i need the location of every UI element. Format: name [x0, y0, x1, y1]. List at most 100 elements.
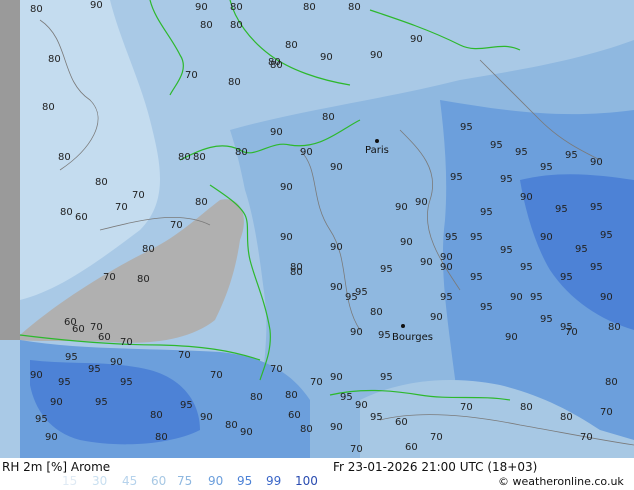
city-marker-icon	[375, 139, 379, 143]
contour-label: 80	[225, 420, 238, 431]
contour-label: 95	[340, 392, 353, 403]
contour-label: 80	[250, 392, 263, 403]
contour-label: 70	[565, 327, 578, 338]
product-label: RH 2m [%] Arome	[2, 460, 111, 474]
contour-label: 95	[590, 202, 603, 213]
contour-label: 80	[178, 152, 191, 163]
contour-label: 80	[285, 40, 298, 51]
contour-label: 90	[280, 182, 293, 193]
contour-label: 90	[30, 370, 43, 381]
contour-label: 80	[60, 207, 73, 218]
contour-label: 70	[310, 377, 323, 388]
contour-label: 90	[505, 332, 518, 343]
contour-label: 70	[120, 337, 133, 348]
contour-label: 80	[235, 147, 248, 158]
contour-label: 95	[470, 232, 483, 243]
contour-label: 70	[270, 364, 283, 375]
contour-label: 90	[370, 50, 383, 61]
contour-label: 80	[520, 402, 533, 413]
contour-label: 90	[300, 147, 313, 158]
credit-text[interactable]: © weatheronline.co.uk	[498, 475, 624, 488]
contour-label: 60	[395, 417, 408, 428]
rh-map[interactable]: 80 80 80 80 80 80 60 70 70 80 70 80 60 60 70 60 70 70 80 90…	[0, 0, 634, 458]
contour-label: 90	[590, 157, 603, 168]
contour-label: 80	[285, 390, 298, 401]
contour-label: 80	[193, 152, 206, 163]
contour-label: 80	[300, 424, 313, 435]
contour-label: 60	[405, 442, 418, 453]
contour-label: 90	[355, 400, 368, 411]
contour-label: 90	[200, 412, 213, 423]
contour-label: 95	[500, 245, 513, 256]
contour-label: 95	[480, 207, 493, 218]
contour-label: 80	[228, 77, 241, 88]
contour-label: 70	[210, 370, 223, 381]
contour-label: 90	[330, 242, 343, 253]
contour-label: 80	[270, 60, 283, 71]
contour-label: 95	[370, 412, 383, 423]
contour-label: 90	[420, 257, 433, 268]
contour-label: 95	[560, 272, 573, 283]
contour-label: 95	[88, 364, 101, 375]
contour-label: 70	[115, 202, 128, 213]
contour-label: 90	[510, 292, 523, 303]
contour-label: 90	[350, 327, 363, 338]
contour-label: 80	[560, 412, 573, 423]
contour-label: 80	[48, 54, 61, 65]
contour-label: 95	[530, 292, 543, 303]
contour-label: 80	[142, 244, 155, 255]
contour-label: 70	[178, 350, 191, 361]
contour-label: 95	[515, 147, 528, 158]
contour-label: 90	[330, 422, 343, 433]
contour-label: 95	[590, 262, 603, 273]
contour-label: 90	[330, 282, 343, 293]
contour-label: 95	[378, 330, 391, 341]
contour-label: 80	[605, 377, 618, 388]
contour-label: 80	[348, 2, 361, 13]
contour-label: 70	[580, 432, 593, 443]
contour-label: 90	[600, 292, 613, 303]
contour-label: 90	[270, 127, 283, 138]
contour-label: 90	[330, 372, 343, 383]
contour-label: 80	[230, 2, 243, 13]
contour-label: 95	[345, 292, 358, 303]
contour-label: 90	[280, 232, 293, 243]
contour-label: 95	[450, 172, 463, 183]
contour-label: 95	[120, 377, 133, 388]
contour-label: 90	[395, 202, 408, 213]
contour-label: 80	[290, 267, 303, 278]
contour-label: 80	[137, 274, 150, 285]
contour-label: 90	[400, 237, 413, 248]
contour-label: 80	[322, 112, 335, 123]
contour-label: 95	[480, 302, 493, 313]
contour-label: 80	[58, 152, 71, 163]
contour-label: 60	[75, 212, 88, 223]
map-footer: RH 2m [%] Arome Fr 23-01-2026 21:00 UTC …	[0, 458, 634, 490]
scale-value: 45	[122, 474, 138, 488]
scale-value: 90	[208, 474, 224, 488]
contour-label: 95	[35, 414, 48, 425]
scale-value: 100	[295, 474, 318, 488]
scale-value: 30	[92, 474, 108, 488]
contour-label: 90	[45, 432, 58, 443]
contour-label: 70	[350, 444, 363, 455]
contour-label: 95	[540, 162, 553, 173]
contour-label: 95	[460, 122, 473, 133]
contour-label: 95	[95, 397, 108, 408]
contour-label: 80	[200, 20, 213, 31]
contour-label: 95	[470, 272, 483, 283]
city-marker-icon	[401, 324, 405, 328]
contour-label: 60	[98, 332, 111, 343]
contour-label: 95	[520, 262, 533, 273]
contour-label: 95	[65, 352, 78, 363]
scale-value: 75	[177, 474, 193, 488]
scale-value: 99	[266, 474, 282, 488]
contour-label: 70	[600, 407, 613, 418]
contour-label: 80	[150, 410, 163, 421]
contour-label: 90	[195, 2, 208, 13]
contour-label: 90	[90, 0, 103, 11]
contour-label: 95	[440, 292, 453, 303]
contour-label: 95	[555, 204, 568, 215]
contour-label: 60	[288, 410, 301, 421]
contour-label: 70	[430, 432, 443, 443]
